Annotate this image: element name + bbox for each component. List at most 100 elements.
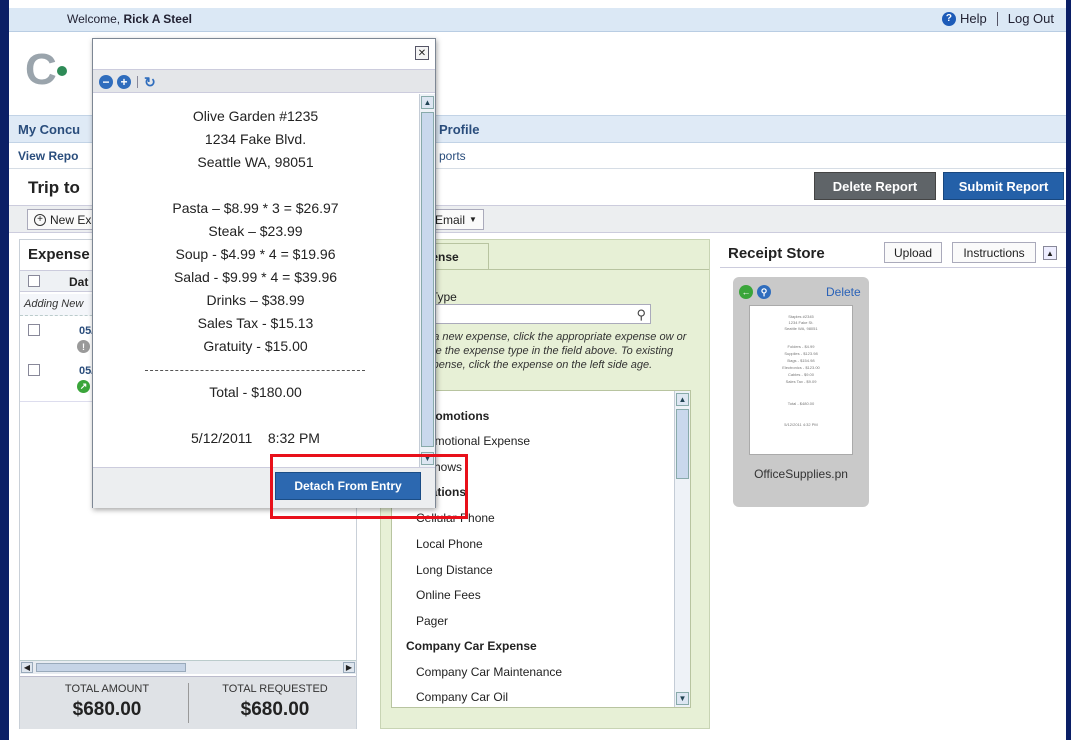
thumb-line: 1234 Fake St. (788, 320, 814, 325)
upload-button[interactable]: Upload (884, 242, 942, 263)
collapse-icon[interactable]: ▲ (1043, 246, 1057, 260)
receipt-datetime: 5/12/2011 8:32 PM (191, 430, 320, 446)
scroll-down-icon[interactable]: ▼ (421, 452, 434, 465)
receipt-total: Total - $180.00 (209, 384, 302, 400)
delete-report-button[interactable]: Delete Report (814, 172, 936, 200)
receipt-line: Steak – $23.99 (208, 223, 303, 239)
scroll-right-icon[interactable]: ▶ (343, 662, 355, 673)
zoom-icon[interactable]: ⚲ (757, 285, 771, 299)
thumb-line: Sales Tax - $9.09 (785, 379, 817, 384)
warning-icon: ! (77, 340, 90, 353)
date-column-header[interactable]: Dat (69, 275, 88, 289)
instructions-button[interactable]: Instructions (952, 242, 1036, 263)
row-checkbox[interactable] (28, 364, 40, 376)
total-amount: TOTAL AMOUNT $680.00 (32, 683, 182, 721)
list-category[interactable]: Company Car Expense (406, 639, 537, 653)
receipt-thumbnail[interactable]: Staples #2345 1234 Fake St. Seattle WA, … (749, 305, 853, 455)
receipt-header-divider (720, 267, 1066, 268)
horizontal-scrollbar[interactable]: ◀ ▶ (20, 660, 356, 674)
nav-my-concur[interactable]: My Concu (18, 122, 80, 137)
receipt-line: Seattle WA, 98051 (197, 154, 314, 170)
receipt-vertical-scrollbar[interactable]: ▲ ▼ (419, 94, 435, 467)
receipt-line: Drinks – $38.99 (206, 292, 305, 308)
totals-divider (188, 683, 189, 723)
thumb-line: 5/12/2011 4:32 PM (784, 422, 818, 427)
subnav-view-reports[interactable]: View Repo (18, 149, 78, 163)
thumb-line: Electronics - $123.00 (782, 365, 820, 370)
help-area: ? Help Log Out (941, 11, 1054, 26)
scroll-thumb[interactable] (421, 112, 434, 447)
new-expense-label: New Ex (50, 212, 92, 227)
receipt-viewer-popup: ✕ − + ↻ Olive Garden #1235 1234 Fake Blv… (92, 38, 436, 508)
scroll-left-icon[interactable]: ◀ (21, 662, 33, 673)
receipt-delete-link[interactable]: Delete (826, 285, 861, 299)
thumb-line: Total - $480.00 (787, 401, 815, 406)
receipt-filename: OfficeSupplies.pn (754, 467, 848, 481)
total-requested-value: $680.00 (240, 699, 310, 720)
expense-type-hint: te a new expense, click the appropriate … (421, 331, 687, 371)
close-icon[interactable]: ✕ (415, 46, 429, 60)
thumb-line: Seattle WA, 98051 (784, 326, 818, 331)
scroll-down-icon[interactable]: ▼ (676, 692, 689, 705)
expense-type-list: ss Promotions Promotional Expense e Show… (391, 390, 691, 708)
list-item[interactable]: Long Distance (416, 563, 493, 577)
plus-circle-icon: + (34, 213, 46, 226)
select-all-checkbox[interactable] (28, 275, 40, 287)
receipt-line: Salad - $9.99 * 4 = $39.96 (173, 269, 338, 285)
help-link[interactable]: Help (960, 11, 987, 26)
submit-report-button[interactable]: Submit Report (943, 172, 1064, 200)
attach-receipt-icon[interactable]: ← (739, 285, 753, 299)
scroll-up-icon[interactable]: ▲ (676, 393, 689, 406)
welcome-text: Welcome, Rick A Steel (67, 12, 192, 26)
list-item[interactable]: Online Fees (416, 588, 481, 602)
window-frame-left (0, 0, 9, 740)
new-expense-button[interactable]: + New Ex (27, 209, 99, 230)
welcome-prefix: Welcome, (67, 12, 121, 26)
window-frame-right (1066, 0, 1071, 740)
receipt-store-title: Receipt Store (728, 245, 825, 262)
help-icon[interactable]: ? (941, 11, 956, 26)
scroll-up-icon[interactable]: ▲ (421, 96, 434, 109)
receipt-line: Soup - $4.99 * 4 = $19.96 (175, 246, 336, 262)
top-bar: Welcome, Rick A Steel ? Help Log Out (9, 8, 1066, 32)
receipt-line: Gratuity - $15.00 (203, 338, 308, 354)
report-title: Trip to (28, 178, 80, 197)
receipt-line: Pasta – $8.99 * 3 = $26.97 (172, 200, 339, 216)
totals-bar: TOTAL AMOUNT $680.00 TOTAL REQUESTED $68… (20, 676, 356, 729)
search-icon[interactable]: ⚲ (636, 307, 646, 323)
logo[interactable]: C (25, 45, 69, 95)
expense-type-input[interactable]: ⚲ (421, 304, 651, 324)
scroll-thumb[interactable] (676, 409, 689, 479)
list-item[interactable]: Company Car Maintenance (416, 665, 562, 679)
scroll-thumb[interactable] (36, 663, 186, 672)
user-name: Rick A Steel (123, 12, 192, 26)
zoom-in-icon[interactable]: + (117, 75, 131, 89)
vertical-scrollbar[interactable]: ▲ ▼ (674, 391, 690, 707)
total-amount-value: $680.00 (72, 699, 142, 720)
list-item[interactable]: Pager (416, 614, 448, 628)
thumb-line: Supplies - $123.98 (784, 351, 818, 356)
receipt-viewer-footer: Detach From Entry (93, 467, 435, 508)
receipt-card[interactable]: ← ⚲ Delete Staples #2345 1234 Fake St. S… (733, 277, 869, 507)
thumb-line: Bags - $154.98 (787, 358, 815, 363)
receipt-attached-icon: ↗ (77, 380, 90, 393)
receipt-line: Sales Tax - $15.13 (197, 315, 314, 331)
email-dropdown[interactable]: Email ▼ (429, 209, 484, 230)
list-item[interactable]: Local Phone (416, 537, 483, 551)
list-item[interactable]: Company Car Oil (416, 690, 508, 704)
list-item[interactable]: Cellular Phone (416, 511, 495, 525)
nav-profile[interactable]: Profile (439, 122, 479, 137)
detach-from-entry-button[interactable]: Detach From Entry (275, 472, 421, 500)
adding-new-text: Adding New (24, 298, 84, 310)
email-label: Email (435, 212, 466, 227)
separator (996, 11, 998, 26)
rotate-icon[interactable]: ↻ (144, 74, 156, 91)
receipt-image: Olive Garden #1235 1234 Fake Blvd. Seatt… (93, 94, 418, 467)
toolbar-divider (137, 76, 138, 88)
zoom-out-icon[interactable]: − (99, 75, 113, 89)
logout-link[interactable]: Log Out (1008, 11, 1054, 26)
expenses-title: Expense (28, 246, 90, 263)
subnav-reports[interactable]: ports (439, 149, 466, 163)
row-checkbox[interactable] (28, 324, 40, 336)
thumb-line: Cables - $9.00 (787, 372, 814, 377)
